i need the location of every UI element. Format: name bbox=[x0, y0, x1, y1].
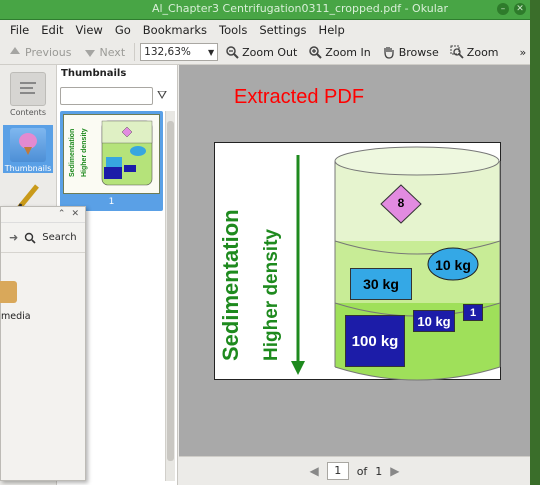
toolbar-overflow-button[interactable]: » bbox=[520, 46, 527, 59]
sidebar-item-thumbnails[interactable]: Thumbnails bbox=[3, 125, 53, 173]
mass-label-1: 1 bbox=[463, 304, 483, 321]
thumbnail-page[interactable]: Sedimentation Higher density 1 bbox=[60, 111, 163, 211]
menu-tools[interactable]: Tools bbox=[213, 23, 253, 37]
thumbnail-image: Sedimentation Higher density bbox=[63, 114, 160, 194]
next-button[interactable]: Next bbox=[79, 42, 130, 62]
zoom-value: 132,63% bbox=[144, 46, 191, 58]
svg-text:Sedimentation: Sedimentation bbox=[69, 129, 76, 177]
previous-page-icon[interactable]: ◀ bbox=[309, 464, 318, 478]
zoom-tool-button[interactable]: Zoom bbox=[446, 42, 503, 62]
thumbnails-header: Thumbnails bbox=[61, 68, 127, 79]
menu-help[interactable]: Help bbox=[313, 23, 351, 37]
search-icon bbox=[25, 232, 36, 244]
zoom-tool-label: Zoom bbox=[466, 45, 499, 59]
filter-icon[interactable]: ⛛ bbox=[157, 88, 167, 103]
hand-icon bbox=[384, 47, 394, 59]
file-window-toolbar: ➜ Search bbox=[1, 223, 85, 253]
zoom-out-button[interactable]: Zoom Out bbox=[221, 42, 301, 62]
chevron-down-icon: ▼ bbox=[207, 47, 215, 57]
thumbnails-scrollbar[interactable] bbox=[165, 111, 175, 481]
zoom-in-icon bbox=[309, 46, 323, 59]
page-number-input[interactable]: 1 bbox=[326, 462, 349, 480]
mass-label-top: 10 kg bbox=[435, 257, 471, 273]
document-heading: Extracted PDF bbox=[234, 86, 365, 108]
arrow-down-icon bbox=[84, 50, 95, 57]
toolbar: Previous Next 132,63% ▼ Zoom Out Zoom In… bbox=[0, 40, 530, 65]
close-button[interactable]: ✕ bbox=[514, 3, 526, 15]
document-page: Sedimentation Higher density 8 10 kg 30 … bbox=[214, 142, 501, 381]
previous-button[interactable]: Previous bbox=[4, 42, 76, 62]
density-marker: 8 bbox=[397, 196, 405, 210]
forward-arrow-icon[interactable]: ➜ bbox=[9, 231, 18, 244]
zoom-out-icon bbox=[226, 46, 239, 59]
document-view[interactable]: Extracted PDF Sedimentation Higher densi… bbox=[179, 65, 530, 485]
maximize-button[interactable]: ⌃ bbox=[58, 209, 66, 220]
sidebar-item-contents[interactable]: Contents bbox=[3, 69, 53, 117]
folder-label: media bbox=[1, 311, 31, 322]
file-manager-window: ⌃ ✕ ➜ Search media bbox=[0, 206, 86, 481]
mass-label-100kg: 100 kg bbox=[345, 315, 405, 367]
zoom-select[interactable]: 132,63% ▼ bbox=[140, 43, 219, 61]
browse-label: Browse bbox=[398, 45, 439, 59]
next-label: Next bbox=[99, 45, 126, 59]
search-button[interactable]: Search bbox=[42, 232, 76, 243]
zoom-in-label: Zoom In bbox=[325, 45, 371, 59]
contents-icon bbox=[10, 72, 46, 106]
zoom-out-label: Zoom Out bbox=[242, 45, 298, 59]
sidebar-item-label: Thumbnails bbox=[4, 164, 52, 173]
menu-go[interactable]: Go bbox=[109, 23, 137, 37]
file-window-titlebar: ⌃ ✕ bbox=[1, 207, 85, 223]
window-title: Al_Chapter3 Centrifugation0311_cropped.p… bbox=[151, 2, 449, 15]
close-button[interactable]: ✕ bbox=[71, 209, 79, 220]
sedimentation-label: Sedimentation bbox=[218, 209, 243, 361]
desktop-background bbox=[530, 0, 540, 485]
thumbnails-icon bbox=[10, 128, 46, 162]
sidebar-item-label: Contents bbox=[10, 108, 46, 117]
menu-bookmarks[interactable]: Bookmarks bbox=[137, 23, 213, 37]
menu-edit[interactable]: Edit bbox=[35, 23, 69, 37]
zoom-tool-icon bbox=[450, 45, 464, 59]
page-navigation: ◀ 1 of 1 ▶ bbox=[179, 456, 530, 485]
svg-text:Higher density: Higher density bbox=[81, 128, 88, 177]
previous-label: Previous bbox=[25, 45, 72, 59]
separator bbox=[134, 43, 136, 61]
thumbnail-filter-input[interactable] bbox=[60, 87, 153, 105]
browse-button[interactable]: Browse bbox=[378, 42, 443, 62]
mass-label-30kg: 30 kg bbox=[350, 268, 412, 300]
higher-density-label: Higher density bbox=[261, 229, 282, 361]
of-label: of bbox=[356, 464, 368, 478]
title-bar: Al_Chapter3 Centrifugation0311_cropped.p… bbox=[0, 0, 530, 20]
mass-label-10kg: 10 kg bbox=[413, 310, 455, 332]
menu-file[interactable]: File bbox=[4, 23, 35, 37]
menu-view[interactable]: View bbox=[70, 23, 109, 37]
zoom-in-button[interactable]: Zoom In bbox=[304, 42, 374, 62]
menu-settings[interactable]: Settings bbox=[253, 23, 312, 37]
folder-icon[interactable] bbox=[0, 281, 17, 303]
menu-bar: File Edit View Go Bookmarks Tools Settin… bbox=[0, 20, 530, 40]
total-pages: 1 bbox=[375, 464, 383, 478]
scrollbar-thumb[interactable] bbox=[167, 121, 174, 461]
minimize-button[interactable]: – bbox=[497, 3, 509, 15]
arrow-up-icon bbox=[10, 47, 20, 54]
next-page-icon[interactable]: ▶ bbox=[390, 464, 399, 478]
